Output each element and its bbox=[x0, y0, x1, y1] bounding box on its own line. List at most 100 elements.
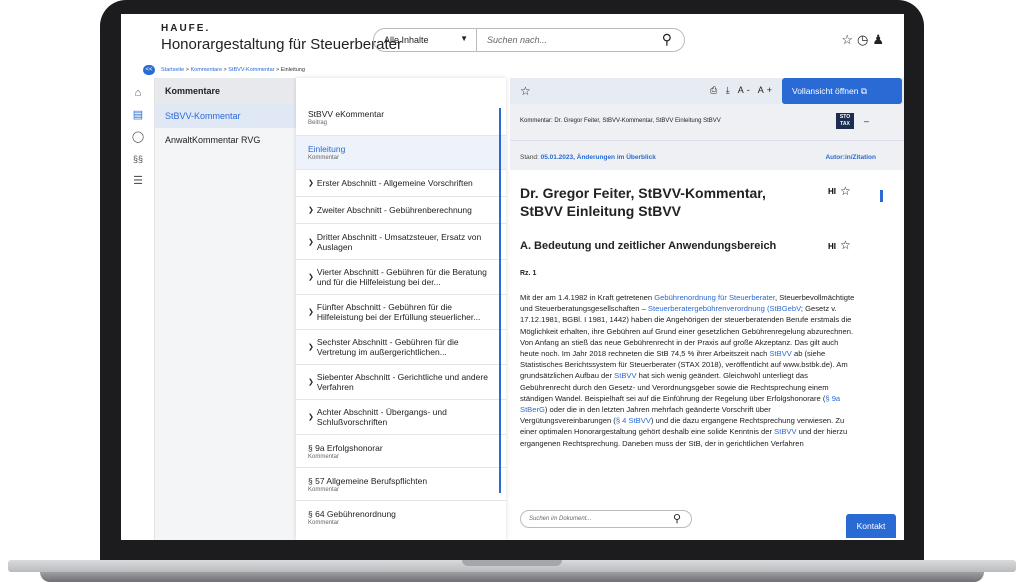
kommentar-item-stbvv[interactable]: StBVV-Kommentar bbox=[155, 104, 296, 128]
history-icon[interactable]: ◷ bbox=[857, 32, 872, 47]
chevron-down-icon: ▼ bbox=[460, 34, 468, 43]
stotax-logo: STO TAX bbox=[836, 113, 854, 129]
toc-item-title: StBVV eKommentar bbox=[308, 109, 385, 119]
chevron-right-icon: ❯ bbox=[308, 379, 314, 386]
breadcrumb-current: Einleitung bbox=[280, 67, 305, 73]
favorite-star-icon[interactable]: ☆ bbox=[520, 84, 531, 98]
kommentare-panel: Kommentare StBVV-Kommentar AnwaltKomment… bbox=[155, 78, 296, 540]
toc-item-title: Erster Abschnitt - Allgemeine Vorschrift… bbox=[316, 178, 473, 188]
breadcrumb: Startseite > Kommentare > StBVV-Kommenta… bbox=[121, 64, 904, 78]
author-citation-link[interactable]: Autor:in/Zitation bbox=[825, 154, 876, 161]
chevron-right-icon: ❯ bbox=[308, 309, 314, 316]
body-link[interactable]: StBVV bbox=[774, 427, 796, 436]
chevron-right-icon: ❯ bbox=[308, 344, 314, 351]
font-larger-button[interactable]: A+ bbox=[758, 85, 775, 95]
margin-number: Rz. 1 bbox=[520, 270, 537, 277]
toc-item[interactable]: § 57 Allgemeine Berufspflichten Kommenta… bbox=[296, 468, 506, 501]
body-link[interactable]: StBVV bbox=[614, 371, 636, 380]
chevron-right-icon: ❯ bbox=[308, 414, 314, 421]
toc-item-title: § 57 Allgemeine Berufspflichten bbox=[308, 475, 428, 486]
toc-panel: StBVV eKommentar Beitrag Einleitung Komm… bbox=[296, 78, 506, 540]
chevron-right-icon: ❯ bbox=[308, 207, 314, 214]
print-icon[interactable]: ⎙ bbox=[710, 85, 720, 95]
open-full-view-button[interactable]: Vollansicht öffnen ⧉ bbox=[782, 78, 902, 104]
search-icon[interactable]: ⚲ bbox=[662, 31, 672, 48]
body-text: Mit der am 1.4.1982 in Kraft getretenen bbox=[520, 293, 655, 302]
toc-item[interactable]: § 9a Erfolgshonorar Kommentar bbox=[296, 435, 506, 468]
haufe-logo[interactable]: HAUFE. bbox=[161, 23, 210, 34]
toc-item[interactable]: ❯ Vierter Abschnitt - Gebühren für die Be… bbox=[296, 260, 506, 295]
body-link[interactable]: StBVV bbox=[769, 349, 791, 358]
paragraph-icon[interactable]: §§ bbox=[131, 152, 145, 166]
body-link[interactable]: Steuerberatergebührenverordnung (StBGebV bbox=[648, 304, 801, 313]
meta-source: Kommentar: Dr. Gregor Feiter, StBVV-Komm… bbox=[520, 118, 721, 124]
title-star-icon[interactable]: ☆ bbox=[840, 184, 851, 198]
toc-item[interactable]: ❯ Sechster Abschnitt - Gebühren für die V… bbox=[296, 330, 506, 365]
lightbulb-icon[interactable]: ◯ bbox=[131, 130, 145, 144]
stand-link[interactable]: 05.01.2023, Änderungen im Überblick bbox=[541, 154, 656, 161]
breadcrumb-stbvv-kommentar[interactable]: StBVV-Kommentar bbox=[228, 67, 274, 73]
document-panel: ☆ ⎙ ⤓ A- A+ Vollansicht öffnen ⧉ Komment… bbox=[510, 78, 904, 540]
breadcrumb-startseite[interactable]: Startseite bbox=[161, 67, 184, 73]
body-link[interactable]: Gebührenordnung für Steuerberater bbox=[654, 293, 775, 302]
document-toolbar: ☆ ⎙ ⤓ A- A+ Vollansicht öffnen ⧉ bbox=[510, 78, 904, 104]
full-view-label: Vollansicht öffnen bbox=[792, 86, 859, 96]
collapse-button[interactable]: – bbox=[864, 116, 869, 126]
scope-select-value: Alle Inhalte bbox=[384, 35, 429, 45]
document-search-placeholder: Suchen im Dokument... bbox=[529, 516, 592, 522]
toc-item-title: § 9a Erfolgshonorar bbox=[308, 442, 383, 453]
search-icon[interactable]: ⚲ bbox=[673, 512, 681, 525]
document-search-input[interactable]: Suchen im Dokument... ⚲ bbox=[520, 510, 692, 528]
breadcrumb-separator: > bbox=[185, 67, 189, 73]
toc-item[interactable]: ❯ Fünfter Abschnitt - Gebühren für die Hi… bbox=[296, 295, 506, 330]
toc-item-type: Kommentar bbox=[308, 155, 340, 161]
toc-item-type: Kommentar bbox=[308, 486, 340, 493]
toc-item-title: Fünfter Abschnitt - Gebühren für die Hil… bbox=[316, 302, 481, 322]
user-icon[interactable]: ♟ bbox=[872, 32, 888, 47]
document-tools: ⎙ ⤓ A- A+ bbox=[710, 85, 775, 96]
toc-item-title: Zweiter Abschnitt - Gebührenberechnung bbox=[316, 205, 472, 215]
list-icon[interactable]: ☰ bbox=[131, 174, 145, 188]
toc-item[interactable]: ❯ Siebenter Abschnitt - Gerichtliche und … bbox=[296, 365, 506, 400]
laptop-base-bottom bbox=[40, 572, 984, 582]
laptop-notch bbox=[462, 560, 562, 566]
top-icons: ☆◷♟ bbox=[841, 32, 888, 48]
body-link[interactable]: § 4 StBVV bbox=[616, 416, 651, 425]
scope-select[interactable]: Alle Inhalte ▼ bbox=[373, 28, 477, 52]
section-star-icon[interactable]: ☆ bbox=[840, 238, 851, 252]
section-title: A. Bedeutung und zeitlicher Anwendungsbe… bbox=[520, 240, 777, 252]
app-title: Honorargestaltung für Steuerberater bbox=[161, 36, 402, 53]
breadcrumb-separator: > bbox=[276, 67, 280, 73]
toc-item[interactable]: ❯ Erster Abschnitt - Allgemeine Vorschrif… bbox=[296, 170, 506, 197]
chevron-right-icon: ❯ bbox=[308, 180, 314, 187]
toc-item-title: Siebenter Abschnitt - Gerichtliche und a… bbox=[316, 372, 488, 392]
kommentare-heading: Kommentare bbox=[155, 78, 296, 104]
favorites-icon[interactable]: ☆ bbox=[841, 32, 857, 47]
download-icon[interactable]: ⤓ bbox=[726, 85, 733, 95]
search-input[interactable]: Suchen nach... ⚲ bbox=[477, 28, 685, 52]
toc-item[interactable]: ❯ Dritter Abschnitt - Umsatzsteuer, Ersat… bbox=[296, 224, 506, 260]
kommentar-item-rvg[interactable]: AnwaltKommentar RVG bbox=[155, 128, 296, 152]
toc-item-type: Kommentar bbox=[308, 453, 340, 460]
toc-item[interactable]: ❯ Achter Abschnitt - Übergangs- und Schlu… bbox=[296, 400, 506, 435]
hi-label: HI bbox=[828, 242, 836, 251]
font-smaller-button[interactable]: A- bbox=[738, 85, 753, 95]
toc-item[interactable]: StBVV eKommentar Beitrag bbox=[296, 78, 506, 136]
hi-label: HI bbox=[828, 187, 836, 196]
home-icon[interactable]: ⌂ bbox=[131, 86, 145, 100]
document-scroll-indicator[interactable] bbox=[880, 190, 883, 202]
document-stand: Stand: 05.01.2023, Änderungen im Überbli… bbox=[510, 140, 904, 170]
toc-item[interactable]: ❯ Zweiter Abschnitt - Gebührenberechnung bbox=[296, 197, 506, 224]
toc-scrollbar[interactable] bbox=[499, 108, 501, 493]
document-body: Mit der am 1.4.1982 in Kraft getretenen … bbox=[520, 292, 856, 486]
toc-item-active[interactable]: Einleitung Kommentar bbox=[296, 136, 506, 170]
toc-item[interactable]: § 64 Gebührenordnung Kommentar bbox=[296, 501, 506, 534]
contact-button[interactable]: Kontakt bbox=[846, 514, 896, 538]
left-rail: ⌂ ▤ ◯ §§ ☰ bbox=[121, 78, 155, 540]
toc-item-type: Beitrag bbox=[308, 120, 328, 126]
search-placeholder: Suchen nach... bbox=[487, 35, 548, 45]
document-icon[interactable]: ▤ bbox=[131, 108, 145, 122]
toc-item-title: Dritter Abschnitt - Umsatzsteuer, Ersatz… bbox=[316, 231, 482, 252]
breadcrumb-kommentare[interactable]: Kommentare bbox=[191, 67, 223, 73]
toc-item-title: Vierter Abschnitt - Gebühren für die Ber… bbox=[316, 267, 487, 287]
